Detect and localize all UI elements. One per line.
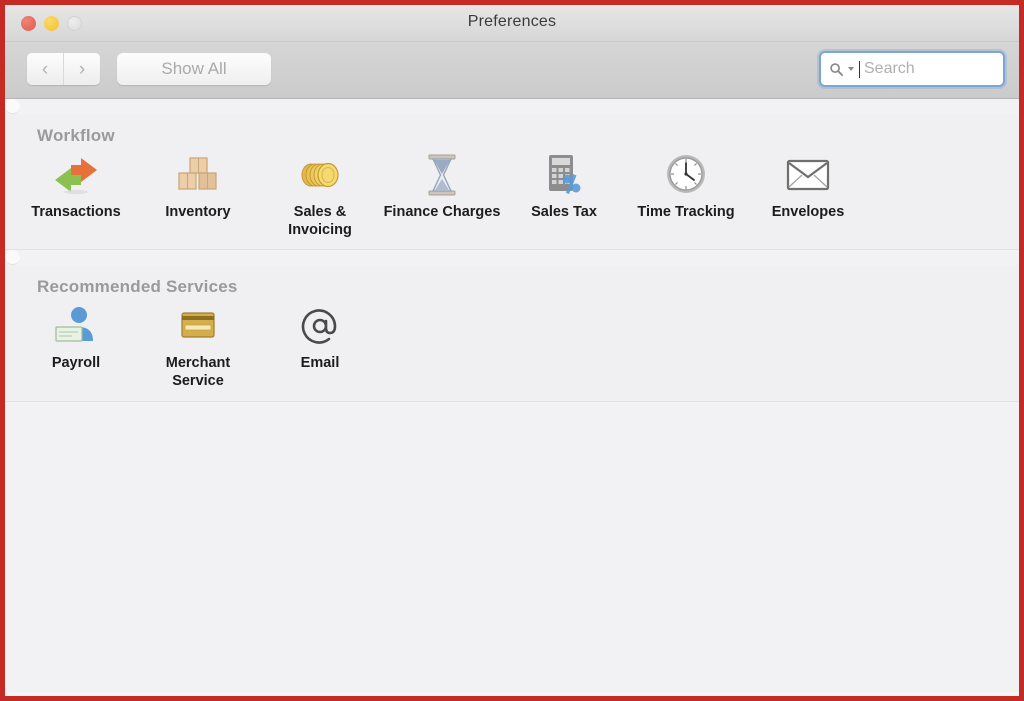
coins-icon (293, 150, 347, 200)
exchange-arrows-icon (49, 150, 103, 200)
section-title-workflow: Workflow (37, 126, 115, 145)
search-icon (829, 62, 844, 77)
hourglass-icon (415, 150, 469, 200)
show-all-button[interactable]: Show All (117, 53, 271, 85)
pref-item-transactions[interactable]: Transactions (15, 148, 137, 243)
credit-card-icon (171, 301, 225, 351)
search-field[interactable]: Search (819, 51, 1005, 87)
pref-label-payroll: Payroll (51, 355, 101, 372)
text-cursor (859, 60, 860, 78)
pref-item-sales-tax[interactable]: Sales Tax (503, 148, 625, 243)
clock-icon (659, 150, 713, 200)
pref-item-time-tracking[interactable]: Time Tracking (625, 148, 747, 243)
pref-item-sales-invoicing[interactable]: Sales & Invoicing (259, 148, 381, 243)
pref-item-inventory[interactable]: Inventory (137, 148, 259, 243)
envelope-icon (781, 150, 835, 200)
forward-button[interactable]: › (63, 53, 100, 85)
pref-label-sales-tax: Sales Tax (531, 204, 597, 220)
at-sign-icon (293, 301, 347, 351)
search-input[interactable]: Search (864, 60, 915, 78)
person-check-icon (49, 301, 103, 351)
calculator-percent-icon (537, 150, 591, 200)
section-general: General My Company (5, 99, 841, 229)
pref-label-sales-invoicing: Sales & Invoicing (288, 204, 352, 238)
pref-label-time-tracking: Time Tracking (637, 204, 735, 220)
section-items-workflow: Transactions Inventory Sales & Invoicing… (5, 148, 1019, 243)
window-titlebar: Preferences (5, 5, 1019, 42)
boxes-icon (171, 150, 225, 200)
pref-label-email: Email (300, 355, 340, 372)
section-recommended-services: Recommended Services Payroll Merchant Se… (5, 265, 1019, 402)
pref-item-finance-charges[interactable]: Finance Charges (381, 148, 503, 243)
section-items-recommended-services: Payroll Merchant Service Email (5, 299, 1019, 394)
pref-label-merchant-service: Merchant Service (165, 355, 231, 390)
window-title: Preferences (467, 13, 557, 30)
section-title-recommended-services: Recommended Services (37, 277, 238, 297)
search-scope-chevron-icon[interactable] (848, 67, 854, 71)
section-workflow: Workflow Transactions Inventory Sales & … (5, 114, 1019, 251)
pref-label-sales-invoicing-inventory: Inventory (165, 204, 231, 220)
preferences-window: Preferences ‹ › Show All Search General (0, 0, 1024, 701)
window-toolbar: ‹ › Show All Search (5, 42, 1019, 99)
section-customization: Customization Reporting (5, 250, 967, 356)
back-button[interactable]: ‹ (27, 53, 63, 85)
pref-label-transactions: Transactions (31, 204, 121, 220)
pref-item-email[interactable]: Email (259, 299, 381, 394)
pref-item-envelopes[interactable]: Envelopes (747, 148, 869, 243)
pref-item-payroll[interactable]: Payroll (15, 299, 137, 394)
pref-item-merchant-service[interactable]: Merchant Service (137, 299, 259, 394)
pref-label-envelopes: Envelopes (771, 204, 845, 220)
preferences-grid: General My Company (5, 99, 1019, 692)
pref-label-finance-charges: Finance Charges (383, 204, 501, 220)
nav-segmented-control: ‹ › (27, 53, 100, 85)
